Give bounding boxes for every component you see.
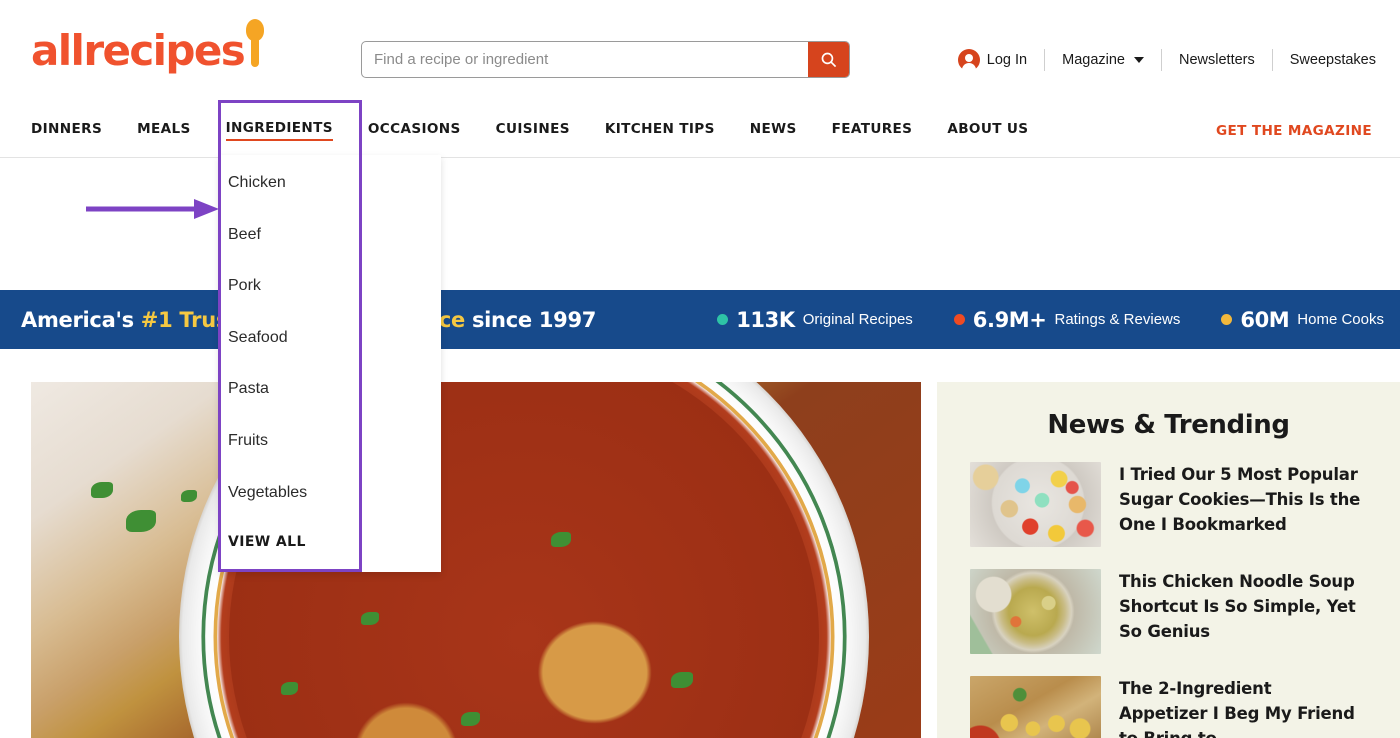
nav-item-meals[interactable]: MEALS [137,121,191,140]
nav-item-kitchen-tips[interactable]: KITCHEN TIPS [605,121,715,140]
stat-ratings-reviews: 6.9M+ Ratings & Reviews [953,307,1181,332]
news-article-item[interactable]: The 2-Ingredient Appetizer I Beg My Frie… [937,676,1400,738]
allrecipes-homepage: allrecipes Log In Magazine [0,0,1400,738]
parsley-garnish [181,490,197,502]
stat-label: Original Recipes [802,311,913,328]
nav-item-about-us[interactable]: ABOUT US [947,121,1028,140]
stat-home-cooks: 60M Home Cooks [1221,308,1384,332]
parsley-garnish [126,510,156,532]
site-logo[interactable]: allrecipes [31,19,265,75]
stat-dot-icon [953,314,965,325]
stat-dot-icon [717,314,729,325]
dropdown-item-list: Chicken Beef Pork Seafood Pasta Fruits V… [219,155,441,534]
search-icon [821,52,837,68]
article-headline: I Tried Our 5 Most Popular Sugar Cookies… [1119,465,1361,534]
newsletters-label: Newsletters [1179,52,1255,68]
news-and-trending-panel: News & Trending I Tried Our 5 Most Popul… [937,382,1400,738]
parsley-garnish [281,682,298,695]
nav-item-occasions[interactable]: OCCASIONS [368,121,461,140]
banner-stats: 113K Original Recipes 6.9M+ Ratings & Re… [717,308,1384,332]
dropdown-item-chicken[interactable]: Chicken [219,173,441,225]
logo-wordmark: allrecipes [31,26,246,75]
get-the-magazine-link[interactable]: GET THE MAGAZINE [1216,123,1372,139]
article-thumbnail-appetizer [970,676,1101,738]
tagline-suffix: since 1997 [464,307,597,332]
chevron-down-icon [1134,57,1144,63]
nav-item-ingredients[interactable]: INGREDIENTS [225,120,333,141]
annotation-arrow-icon [86,199,219,219]
nav-item-cuisines[interactable]: CUISINES [496,121,570,140]
article-thumbnail-soup [970,569,1101,654]
dropdown-item-vegetables[interactable]: Vegetables [219,483,441,535]
news-article-list: I Tried Our 5 Most Popular Sugar Cookies… [937,462,1400,738]
nav-item-features[interactable]: FEATURES [832,121,913,140]
parsley-garnish [461,712,480,726]
magazine-menu[interactable]: Magazine [1045,49,1161,71]
search-submit-button[interactable] [808,42,849,77]
trust-banner: America's #1 Trusted Recipe Resource sin… [0,290,1400,349]
dropdown-item-beef[interactable]: Beef [219,225,441,277]
stat-number: 60M [1240,307,1290,332]
magazine-label: Magazine [1062,52,1125,68]
ingredients-dropdown-menu[interactable]: Chicken Beef Pork Seafood Pasta Fruits V… [219,155,441,572]
login-link[interactable]: Log In [957,49,1044,73]
news-article-item[interactable]: This Chicken Noodle Soup Shortcut Is So … [937,569,1400,654]
stat-number: 113K [736,307,795,332]
stat-original-recipes: 113K Original Recipes [717,308,913,332]
news-article-item[interactable]: I Tried Our 5 Most Popular Sugar Cookies… [937,462,1400,547]
utility-nav: Log In Magazine Newsletters Sweepstakes [957,44,1376,76]
spoon-icon [245,19,265,67]
search-input[interactable] [362,42,808,77]
newsletters-link[interactable]: Newsletters [1162,49,1272,71]
parsley-garnish [361,612,379,625]
news-panel-title: News & Trending [1047,410,1290,440]
stat-number: 6.9M+ [972,307,1047,332]
search-bar[interactable] [361,41,850,78]
parsley-garnish [91,482,113,498]
dropdown-item-pasta[interactable]: Pasta [219,379,441,431]
sweepstakes-link[interactable]: Sweepstakes [1273,49,1376,71]
article-headline: The 2-Ingredient Appetizer I Beg My Frie… [1119,679,1355,738]
article-headline: This Chicken Noodle Soup Shortcut Is So … [1119,572,1356,641]
site-header: allrecipes Log In Magazine [0,0,1400,104]
stat-label: Ratings & Reviews [1054,311,1181,328]
nav-item-news[interactable]: NEWS [750,121,797,140]
dropdown-item-pork[interactable]: Pork [219,276,441,328]
dropdown-item-fruits[interactable]: Fruits [219,431,441,483]
sweepstakes-label: Sweepstakes [1289,52,1376,68]
dropdown-item-seafood[interactable]: Seafood [219,328,441,380]
content-spacer [0,349,1400,382]
dropdown-view-all-link[interactable]: VIEW ALL [219,534,441,550]
stat-dot-icon [1221,314,1233,325]
stat-label: Home Cooks [1297,311,1384,328]
hero-recipe-image[interactable] [31,382,921,738]
login-label: Log In [986,52,1028,68]
main-navigation: DINNERS MEALS INGREDIENTS OCCASIONS CUIS… [0,104,1400,158]
nav-item-dinners[interactable]: DINNERS [31,121,102,140]
tagline-prefix: America's [21,307,141,332]
parsley-garnish [671,672,693,688]
article-thumbnail-cookies [970,462,1101,547]
parsley-garnish [551,532,571,547]
user-avatar-icon [957,49,980,73]
